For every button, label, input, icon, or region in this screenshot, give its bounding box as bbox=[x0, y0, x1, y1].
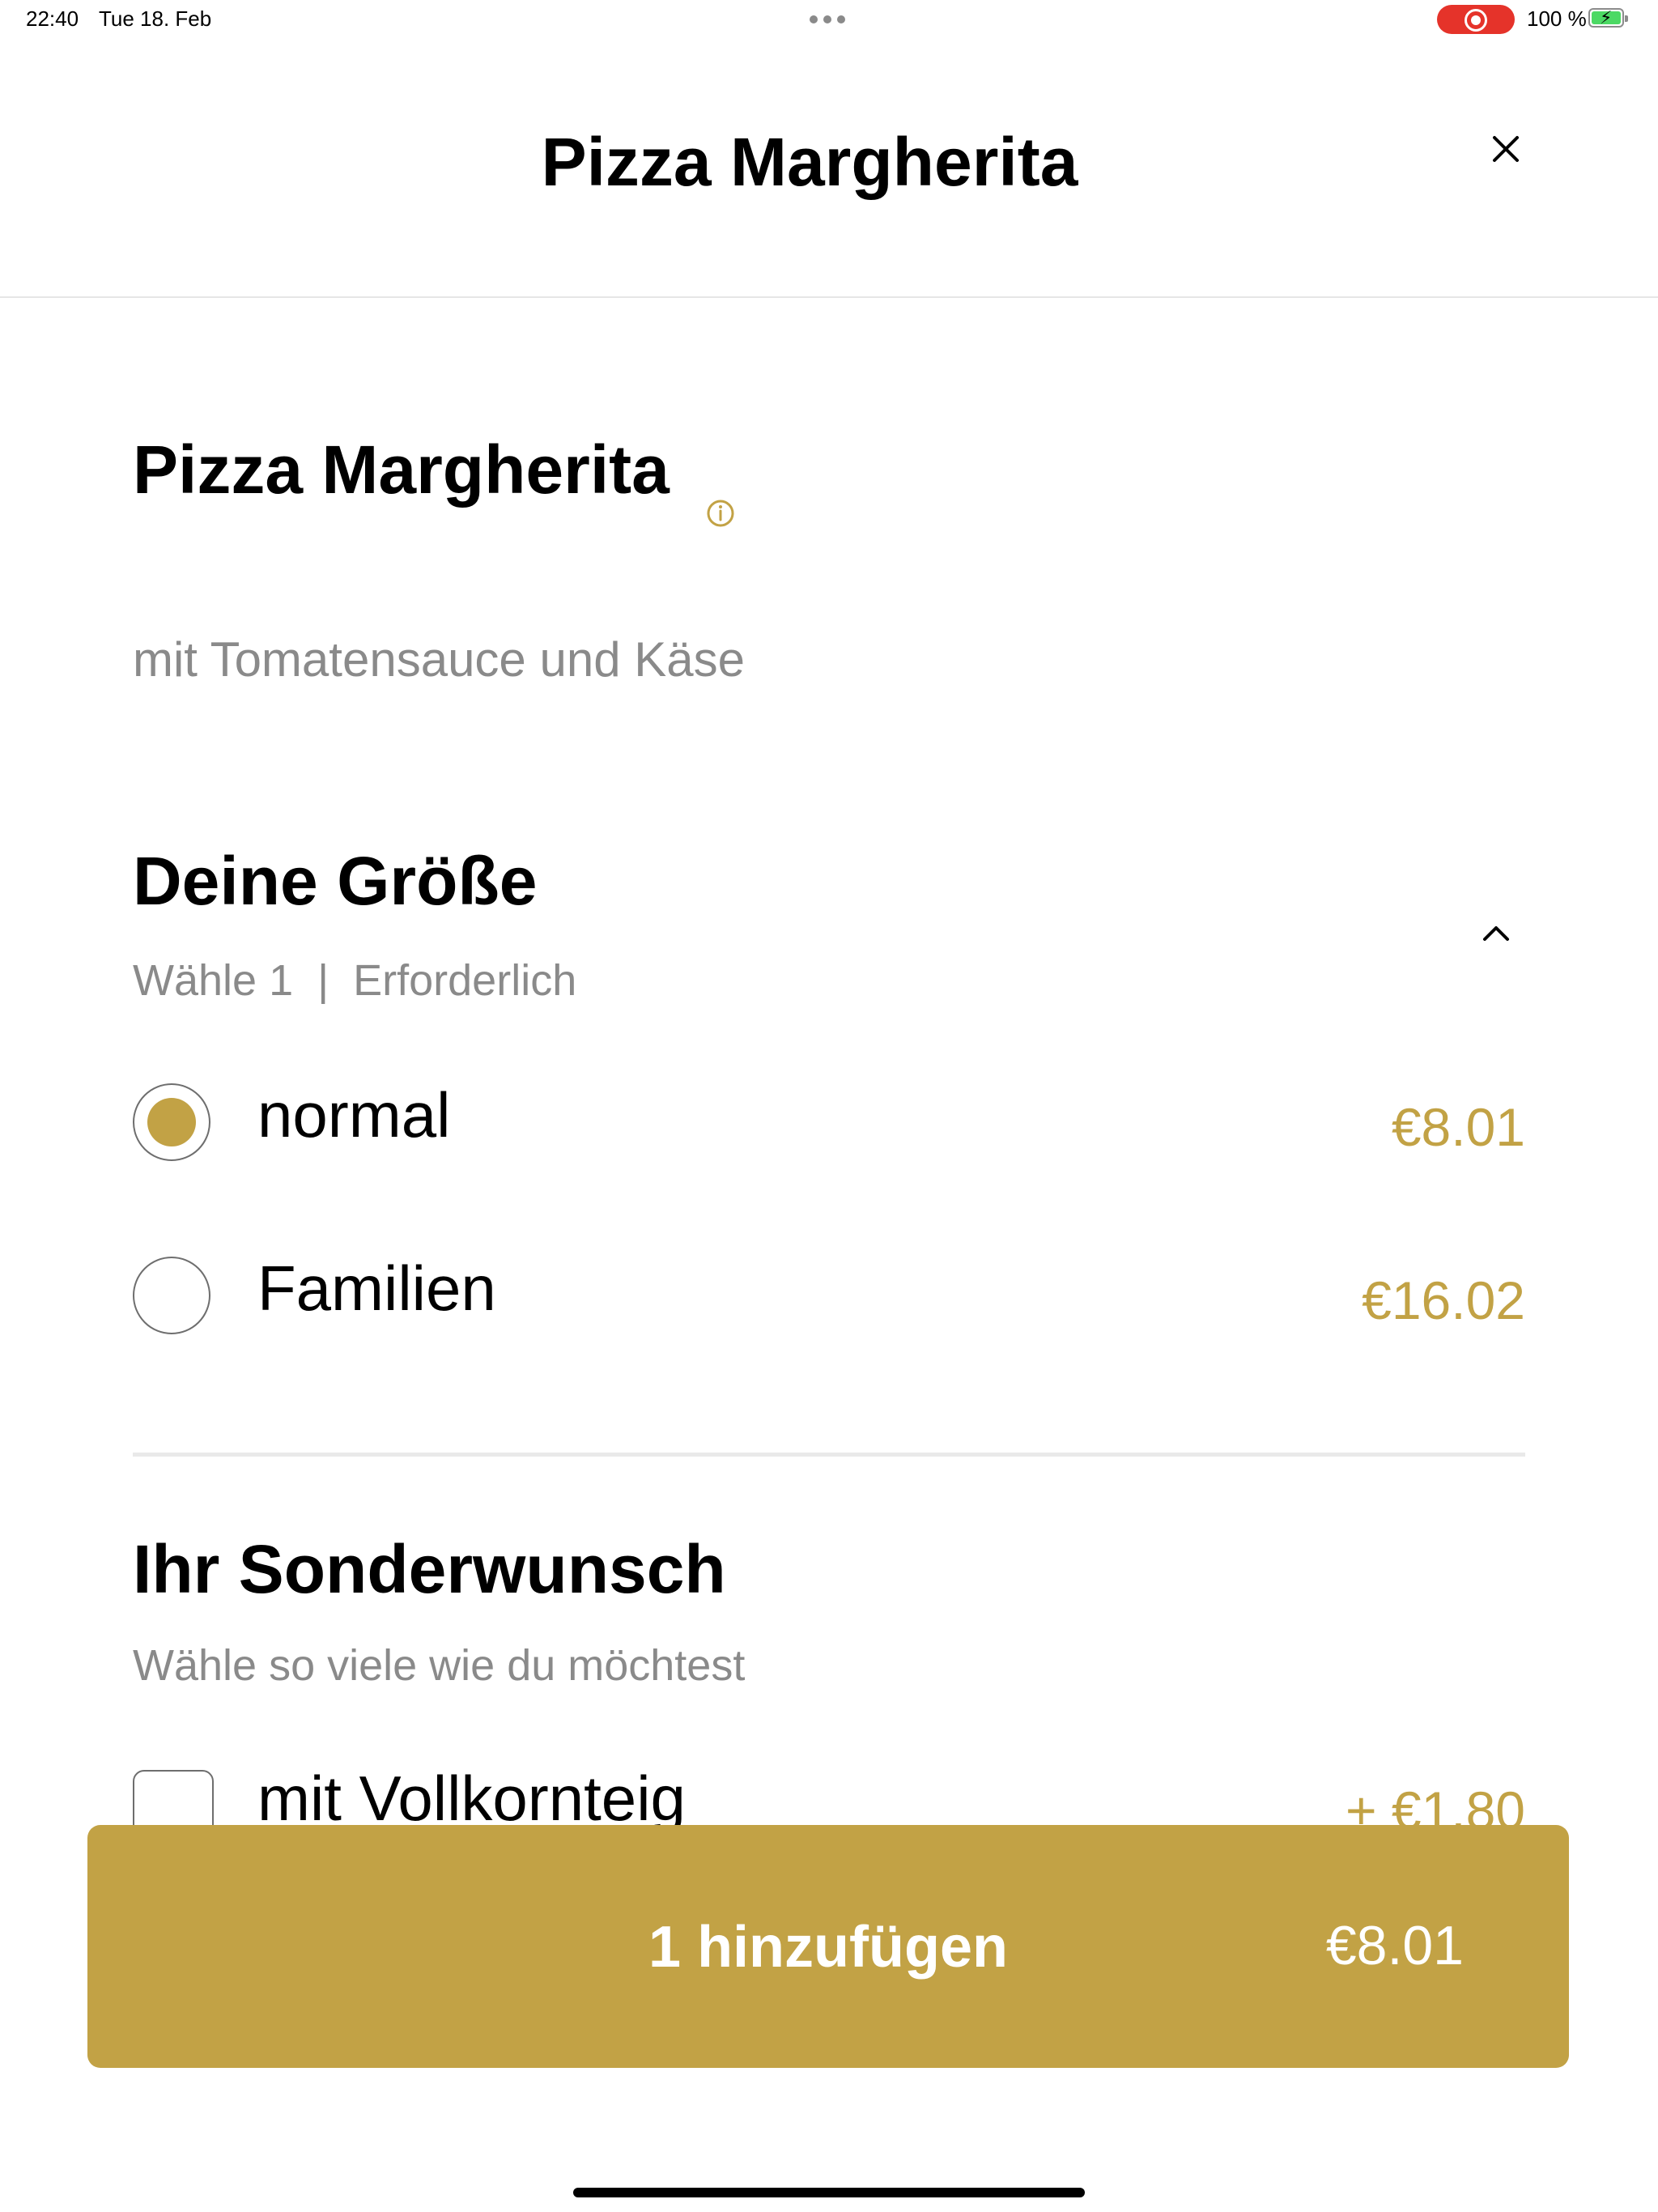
chevron-up-icon bbox=[1483, 926, 1509, 941]
radio-selected-dot bbox=[147, 1098, 196, 1146]
size-option-label[interactable]: Familien bbox=[257, 1252, 496, 1325]
size-radio-familien[interactable] bbox=[133, 1257, 210, 1334]
collapse-section-button[interactable] bbox=[1478, 918, 1514, 947]
status-date: Tue 18. Feb bbox=[99, 6, 212, 31]
item-title: Pizza Margherita bbox=[133, 432, 670, 508]
wish-section-subtitle: Wähle so viele wie du möchtest bbox=[133, 1641, 746, 1690]
size-option-label[interactable]: normal bbox=[257, 1078, 450, 1152]
battery-icon: ⚡ bbox=[1588, 8, 1628, 28]
close-button[interactable] bbox=[1486, 130, 1525, 168]
add-button-price: €8.01 bbox=[1325, 1915, 1464, 1976]
size-section-subtitle: Wähle 1 | Erforderlich bbox=[133, 956, 577, 1005]
size-option-price: €16.02 bbox=[1362, 1270, 1525, 1330]
item-description: mit Tomatensauce und Käse bbox=[133, 632, 746, 687]
multitasking-dots-icon[interactable] bbox=[810, 10, 848, 29]
screen-recording-indicator[interactable] bbox=[1437, 5, 1515, 34]
section-divider bbox=[133, 1453, 1525, 1457]
wish-section-title: Ihr Sonderwunsch bbox=[133, 1531, 726, 1607]
status-time: 22:40 bbox=[26, 6, 79, 31]
header-divider bbox=[0, 296, 1658, 298]
size-radio-normal[interactable] bbox=[133, 1083, 210, 1161]
size-option-price: €8.01 bbox=[1391, 1097, 1525, 1157]
battery-percent: 100 % bbox=[1527, 6, 1587, 31]
size-section-title: Deine Größe bbox=[133, 843, 538, 919]
info-icon[interactable] bbox=[706, 499, 735, 528]
close-icon bbox=[1493, 136, 1519, 162]
home-indicator[interactable] bbox=[573, 2188, 1085, 2197]
page-title: Pizza Margherita bbox=[541, 124, 1078, 200]
add-to-cart-button[interactable]: 1 hinzufügen €8.01 bbox=[87, 1825, 1569, 2068]
